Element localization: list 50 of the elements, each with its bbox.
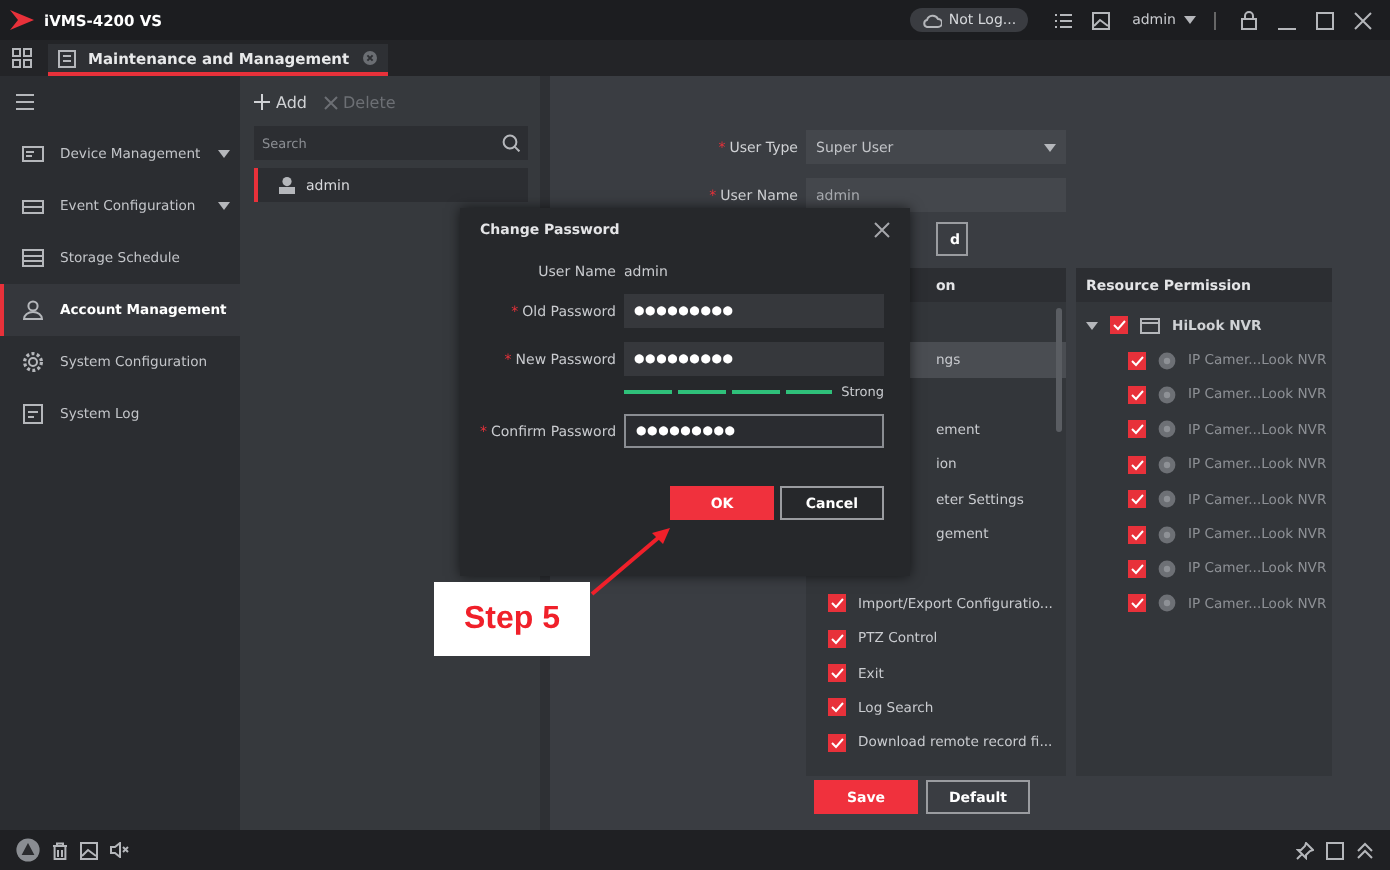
checkbox-checked-icon[interactable] — [1128, 490, 1146, 509]
checkbox-checked-icon[interactable] — [1128, 525, 1146, 544]
caret-icon — [1044, 143, 1056, 151]
maximize-icon[interactable] — [1316, 11, 1334, 29]
arrow — [590, 528, 670, 596]
logo-icon — [8, 8, 36, 32]
caret-icon — [1184, 16, 1196, 24]
checkbox-checked-icon[interactable] — [828, 629, 846, 648]
checkbox-checked-icon[interactable] — [1128, 385, 1146, 404]
plus-icon — [254, 94, 270, 110]
image-icon[interactable] — [80, 841, 98, 859]
checkbox-checked-icon[interactable] — [1128, 559, 1146, 578]
checkbox-checked-icon[interactable] — [1110, 316, 1128, 335]
checkbox-checked-icon[interactable] — [828, 594, 846, 613]
checkbox-checked-icon[interactable] — [1128, 420, 1146, 439]
checkbox-checked-icon[interactable] — [1128, 455, 1146, 474]
log-icon — [22, 404, 44, 424]
warning-icon[interactable] — [16, 838, 40, 862]
close-icon[interactable] — [1354, 11, 1372, 29]
user-icon — [22, 300, 44, 320]
search-icon — [502, 134, 520, 152]
mute-icon[interactable] — [110, 842, 130, 858]
list-icon[interactable] — [1054, 11, 1073, 29]
cloud-icon — [922, 12, 943, 28]
double-chevron-up-icon[interactable] — [1356, 841, 1374, 859]
document-icon — [58, 49, 76, 67]
lock-icon[interactable] — [1240, 10, 1258, 30]
server-icon — [22, 196, 44, 216]
grid-icon[interactable] — [12, 48, 32, 68]
pin-icon[interactable] — [1296, 841, 1314, 859]
checkbox-checked-icon[interactable] — [1128, 594, 1146, 613]
checkbox-checked-icon[interactable] — [828, 733, 846, 752]
cross-icon — [323, 95, 337, 109]
storage-icon — [22, 248, 44, 268]
expand-caret-icon[interactable] — [1086, 319, 1098, 332]
checkbox-checked-icon[interactable] — [828, 698, 846, 717]
maximize-icon[interactable] — [1326, 841, 1344, 859]
add-button[interactable]: Add — [254, 93, 307, 111]
user-icon — [278, 176, 296, 194]
monitor-icon — [22, 144, 44, 164]
gear-icon — [22, 352, 44, 372]
device-icon — [1140, 317, 1160, 334]
step-callout: Step 5 — [434, 582, 590, 656]
close-icon[interactable] — [874, 222, 890, 238]
image-icon[interactable] — [1092, 11, 1111, 29]
menu-icon[interactable] — [16, 94, 34, 110]
scrollbar[interactable] — [1056, 308, 1062, 432]
checkbox-checked-icon[interactable] — [828, 664, 846, 683]
trash-icon[interactable] — [52, 841, 68, 859]
checkbox-checked-icon[interactable] — [1128, 351, 1146, 370]
